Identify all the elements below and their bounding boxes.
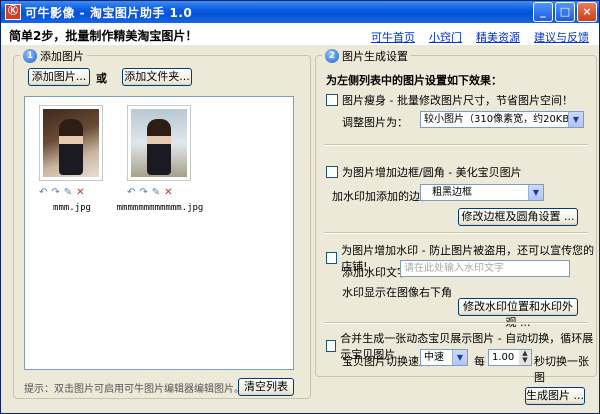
- hint-text: 提示：双击图片可启用可牛图片编辑器编辑图片。: [24, 384, 244, 395]
- divider: [324, 322, 588, 324]
- watermark-text-input[interactable]: 请在此处输入水印文字: [400, 260, 570, 277]
- border-select-value: 粗黑边框: [432, 187, 472, 198]
- watermark-position-text: 水印显示在图像右下角: [342, 286, 452, 299]
- divider: [324, 232, 588, 234]
- maximize-button[interactable]: □: [555, 2, 575, 22]
- speed-select-value: 中速: [424, 352, 444, 363]
- gif-checkbox[interactable]: [326, 340, 337, 352]
- image-thumbnail[interactable]: [127, 105, 191, 181]
- clear-list-button[interactable]: 清空列表: [238, 378, 294, 396]
- link-home[interactable]: 可牛首页: [371, 29, 415, 45]
- speed-select[interactable]: 中速 ▼: [420, 349, 468, 366]
- panel-title: 图片生成设置: [342, 50, 408, 63]
- slim-checkbox[interactable]: [326, 94, 338, 106]
- link-resources[interactable]: 精美资源: [476, 29, 520, 45]
- person-figure: [147, 119, 171, 175]
- divider: [324, 144, 588, 146]
- rotate-right-icon[interactable]: ↷: [51, 187, 59, 198]
- add-images-panel: 1 添加图片 添加图片... 或 添加文件夹... ↶ ↷ ✎ ✕ mmm.jp…: [13, 48, 311, 399]
- image-thumbnail[interactable]: [39, 105, 103, 181]
- seconds-suffix-label: 秒切换一张图: [534, 355, 589, 384]
- top-nav: 可牛首页 小窍门 精美资源 建议与反馈: [371, 29, 589, 45]
- delete-icon[interactable]: ✕: [164, 187, 172, 198]
- edit-icon[interactable]: ✎: [152, 187, 160, 198]
- or-label: 或: [96, 72, 107, 85]
- chevron-down-icon: ▼: [452, 350, 467, 365]
- step-2-badge: 2: [325, 49, 339, 63]
- title-bar[interactable]: Ⓚ 可牛影像 - 淘宝图片助手 1.0 _ □ ×: [1, 1, 599, 23]
- thumbnail-tools: ↶ ↷ ✎ ✕: [39, 187, 85, 198]
- close-button[interactable]: ×: [577, 2, 597, 22]
- link-feedback[interactable]: 建议与反馈: [534, 29, 589, 45]
- edit-border-button[interactable]: 修改边框及圆角设置 ...: [458, 208, 578, 226]
- page-title: 简单2步，批量制作精美淘宝图片！: [9, 29, 198, 43]
- panel-legend: 2 图片生成设置: [322, 48, 411, 64]
- minimize-button[interactable]: _: [533, 2, 553, 22]
- chevron-down-icon: ▼: [528, 185, 543, 200]
- generate-button[interactable]: 生成图片 ...: [525, 387, 585, 405]
- rotate-left-icon[interactable]: ↶: [127, 187, 135, 198]
- link-tips[interactable]: 小窍门: [429, 29, 462, 45]
- image-filename: mmm.jpg: [53, 203, 91, 213]
- panel-legend: 1 添加图片: [20, 48, 87, 64]
- app-logo-icon: Ⓚ: [5, 4, 21, 20]
- spin-arrows-icon[interactable]: ▲ ▼: [519, 350, 531, 365]
- seconds-value: 1.00: [492, 352, 515, 363]
- seconds-input[interactable]: 1.00 ▲ ▼: [488, 349, 532, 366]
- border-checkbox[interactable]: [326, 166, 338, 178]
- size-select-value: 较小图片（310像素宽，约20KB，适合宝贝图片）: [424, 114, 583, 125]
- size-select[interactable]: 较小图片（310像素宽，约20KB，适合宝贝图片） ▼: [420, 111, 584, 128]
- slim-label: 图片瘦身 - 批量修改图片尺寸，节省图片空间！: [342, 94, 573, 107]
- step-1-badge: 1: [23, 49, 37, 63]
- add-folder-button[interactable]: 添加文件夹...: [122, 68, 192, 86]
- photo-preview: [43, 109, 99, 177]
- border-option[interactable]: 为图片增加边框/圆角 - 美化宝贝图片: [326, 164, 522, 180]
- border-label: 为图片增加边框/圆角 - 美化宝贝图片: [342, 166, 522, 179]
- rotate-right-icon[interactable]: ↷: [139, 187, 147, 198]
- edit-icon[interactable]: ✎: [64, 187, 72, 198]
- slim-option[interactable]: 图片瘦身 - 批量修改图片尺寸，节省图片空间！: [326, 92, 573, 108]
- section-title: 为左侧列表中的图片设置如下效果：: [326, 74, 502, 87]
- header-bar: 简单2步，批量制作精美淘宝图片！ 可牛首页 小窍门 精美资源 建议与反馈: [1, 23, 599, 45]
- app-window: Ⓚ 可牛影像 - 淘宝图片助手 1.0 _ □ × 简单2步，批量制作精美淘宝图…: [0, 0, 600, 414]
- image-filename: mmmmmmmmmmmm.jpg: [116, 203, 204, 213]
- person-figure: [59, 119, 83, 175]
- border-select[interactable]: 粗黑边框 ▼: [420, 184, 544, 201]
- delete-icon[interactable]: ✕: [76, 187, 84, 198]
- add-image-button[interactable]: 添加图片...: [28, 68, 90, 86]
- panel-title: 添加图片: [40, 50, 84, 63]
- window-controls: _ □ ×: [533, 2, 597, 22]
- image-list[interactable]: ↶ ↷ ✎ ✕ mmm.jpg ↶ ↷ ✎ ✕ mmmmmmmmmmmm.jpg: [24, 96, 294, 370]
- size-label: 调整图片为：: [342, 116, 408, 129]
- edit-watermark-button[interactable]: 修改水印位置和水印外观 ...: [458, 298, 578, 329]
- watermark-checkbox[interactable]: [326, 252, 338, 264]
- every-label: 每: [474, 355, 485, 368]
- chevron-down-icon: ▼: [568, 112, 583, 127]
- window-title: 可牛影像 - 淘宝图片助手 1.0: [25, 5, 193, 20]
- thumbnail-tools: ↶ ↷ ✎ ✕: [127, 187, 173, 198]
- photo-preview: [131, 109, 187, 177]
- rotate-left-icon[interactable]: ↶: [39, 187, 47, 198]
- settings-panel: 2 图片生成设置 为左侧列表中的图片设置如下效果： 图片瘦身 - 批量修改图片尺…: [315, 48, 597, 384]
